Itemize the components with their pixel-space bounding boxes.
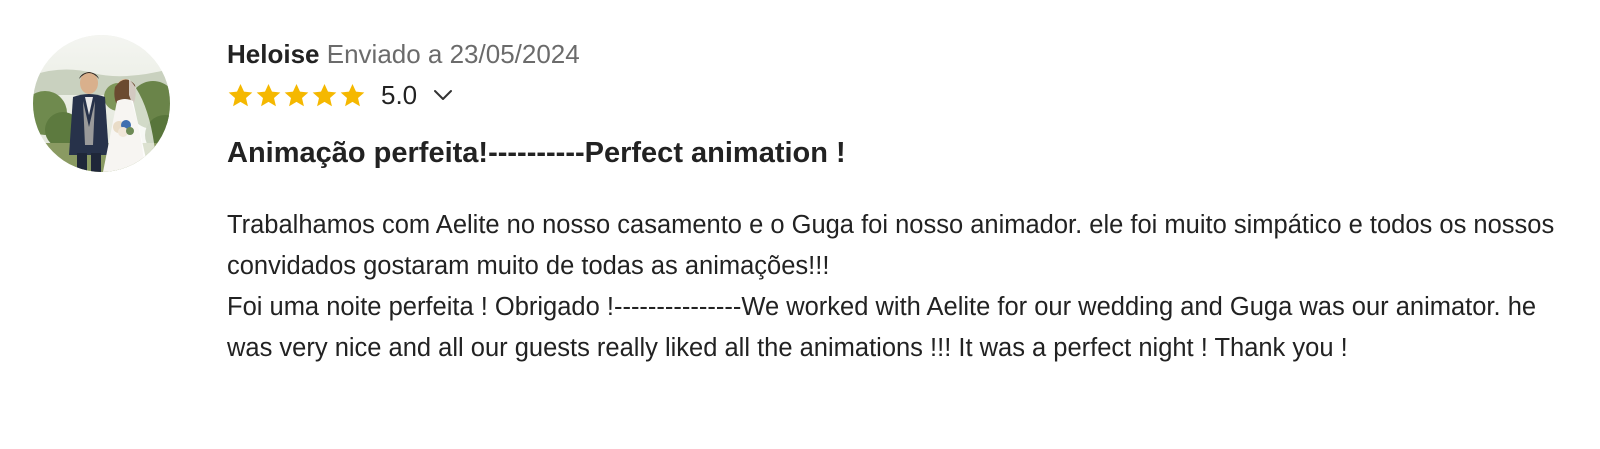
review-meta: Heloise Enviado a 23/05/2024 bbox=[227, 36, 1572, 72]
star-icon bbox=[256, 83, 281, 106]
review-content: Heloise Enviado a 23/05/2024 5.0 Animaçã… bbox=[227, 36, 1572, 369]
review-title: Animação perfeita!----------Perfect anim… bbox=[227, 137, 846, 169]
review-body: Trabalhamos com Aelite no nosso casament… bbox=[227, 205, 1572, 369]
wedding-couple-photo bbox=[33, 35, 170, 172]
review-paragraph: Foi uma noite perfeita ! Obrigado !-----… bbox=[227, 293, 1537, 362]
star-icon bbox=[284, 83, 309, 106]
star-icon bbox=[340, 83, 365, 106]
rating-score: 5.0 bbox=[381, 79, 418, 110]
star-icon bbox=[312, 83, 337, 106]
chevron-down-icon[interactable] bbox=[433, 88, 453, 102]
star-icon bbox=[228, 83, 253, 106]
rating-row: 5.0 bbox=[227, 79, 1572, 111]
review-card: Heloise Enviado a 23/05/2024 5.0 Animaçã… bbox=[0, 0, 1600, 449]
star-rating bbox=[227, 82, 366, 109]
sent-date: Enviado a 23/05/2024 bbox=[326, 39, 580, 69]
review-paragraph: Trabalhamos com Aelite no nosso casament… bbox=[227, 211, 1555, 280]
author-name: Heloise bbox=[227, 39, 320, 69]
avatar bbox=[33, 35, 170, 172]
